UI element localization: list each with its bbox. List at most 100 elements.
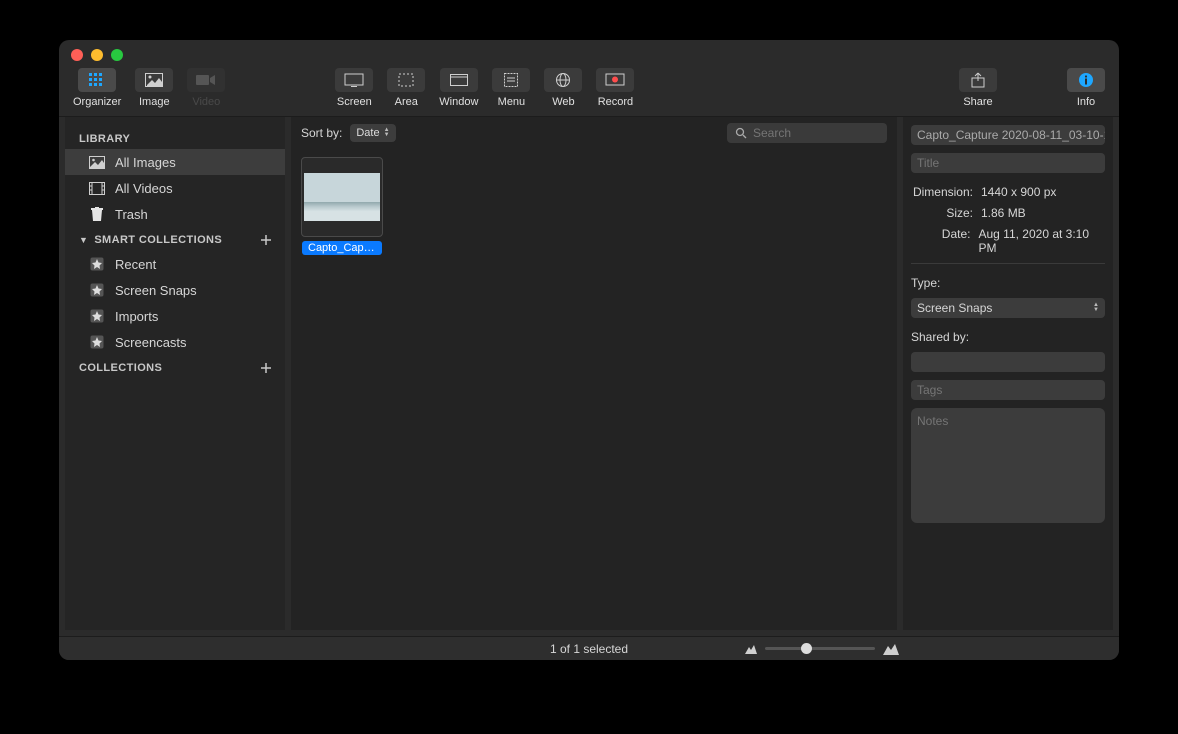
window-capture-button[interactable]: Window <box>435 68 482 108</box>
search-box[interactable] <box>727 123 887 143</box>
area-button[interactable]: Area <box>383 68 429 108</box>
zoom-out-icon[interactable] <box>745 644 757 654</box>
trash-icon <box>89 206 105 222</box>
inspector-filename: Capto_Capture 2020-08-11_03-10-10 <box>917 128 1105 142</box>
sidebar-item-label: Screen Snaps <box>115 283 197 298</box>
sidebar-item-trash[interactable]: Trash <box>65 201 285 227</box>
window-icon <box>450 74 468 86</box>
screen-button[interactable]: Screen <box>331 68 377 108</box>
add-smart-collection-button[interactable] <box>259 233 273 247</box>
inspector-filename-field[interactable]: Capto_Capture 2020-08-11_03-10-10 <box>911 125 1105 145</box>
inspector-title-input[interactable] <box>917 156 1099 170</box>
main-content: Sort by: Date ▲▼ Capto_Captur <box>291 117 897 630</box>
size-key: Size: <box>911 206 973 220</box>
screen-label: Screen <box>337 96 372 108</box>
dimension-key: Dimension: <box>911 185 973 199</box>
menu-capture-button[interactable]: Menu <box>488 68 534 108</box>
thumbnail-image <box>304 173 380 221</box>
sidebar-item-all-images[interactable]: All Images <box>65 149 285 175</box>
mode-group: Organizer Image Video <box>69 68 229 108</box>
menu-capture-label: Menu <box>498 96 526 108</box>
minimize-button[interactable] <box>91 49 103 61</box>
area-icon <box>398 73 414 87</box>
thumbnail-frame <box>301 157 383 237</box>
sort-by-label: Sort by: <box>301 126 342 140</box>
record-icon <box>605 73 625 87</box>
shared-by-label: Shared by: <box>911 326 1105 344</box>
smart-collections-header[interactable]: ▼ SMART COLLECTIONS <box>65 227 285 251</box>
sort-by-value: Date <box>356 127 379 139</box>
notes-input[interactable] <box>917 414 1099 517</box>
library-header: LIBRARY <box>65 127 285 149</box>
search-input[interactable] <box>753 126 879 140</box>
notes-field[interactable] <box>911 408 1105 523</box>
sidebar-item-imports[interactable]: Imports <box>65 303 285 329</box>
main-top-bar: Sort by: Date ▲▼ <box>291 117 897 149</box>
film-icon <box>89 180 105 196</box>
collections-header[interactable]: COLLECTIONS <box>65 355 285 379</box>
share-button[interactable]: Share <box>955 68 1001 108</box>
sidebar-item-label: Imports <box>115 309 158 324</box>
record-label: Record <box>598 96 633 108</box>
sidebar-item-screen-snaps[interactable]: Screen Snaps <box>65 277 285 303</box>
dimension-value: 1440 x 900 px <box>981 185 1056 199</box>
type-select[interactable]: Screen Snaps ▲▼ <box>911 298 1105 318</box>
web-label: Web <box>552 96 574 108</box>
size-value: 1.86 MB <box>981 206 1026 220</box>
type-value: Screen Snaps <box>917 301 992 315</box>
disclosure-triangle-icon[interactable]: ▼ <box>79 235 88 245</box>
image-button[interactable]: Image <box>131 68 177 108</box>
close-button[interactable] <box>71 49 83 61</box>
zoom-control[interactable] <box>745 643 899 655</box>
video-button: Video <box>183 68 229 108</box>
type-label: Type: <box>911 272 1105 290</box>
zoom-slider-knob[interactable] <box>801 643 812 654</box>
sidebar-item-recent[interactable]: Recent <box>65 251 285 277</box>
maximize-button[interactable] <box>111 49 123 61</box>
info-label: Info <box>1077 96 1095 108</box>
record-button[interactable]: Record <box>592 68 638 108</box>
tags-input[interactable] <box>917 383 1099 397</box>
add-collection-button[interactable] <box>259 361 273 375</box>
sidebar-item-all-videos[interactable]: All Videos <box>65 175 285 201</box>
sidebar-item-label: Screencasts <box>115 335 187 350</box>
smart-collections-header-label: SMART COLLECTIONS <box>94 234 222 246</box>
inspector-panel: Capto_Capture 2020-08-11_03-10-10 Dimens… <box>903 117 1113 630</box>
web-button[interactable]: Web <box>540 68 586 108</box>
menu-icon <box>504 73 518 87</box>
capture-group: Screen Area Window Menu <box>331 68 638 108</box>
video-icon <box>196 73 216 87</box>
selection-status: 1 of 1 selected <box>550 642 628 656</box>
sidebar: LIBRARY All Images All Videos Trash <box>65 117 285 630</box>
thumbnail-grid[interactable]: Capto_Captur <box>291 149 897 630</box>
titlebar <box>59 40 1119 62</box>
grid-icon <box>89 73 105 87</box>
share-icon <box>971 72 985 88</box>
library-header-label: LIBRARY <box>79 133 130 145</box>
zoom-in-icon[interactable] <box>883 643 899 655</box>
inspector-metadata: Dimension: 1440 x 900 px Size: 1.86 MB D… <box>911 181 1105 264</box>
sidebar-item-screencasts[interactable]: Screencasts <box>65 329 285 355</box>
tags-field[interactable] <box>911 380 1105 400</box>
image-icon <box>89 154 105 170</box>
zoom-slider[interactable] <box>765 647 875 650</box>
date-key: Date: <box>911 227 970 255</box>
globe-icon <box>555 72 571 88</box>
sort-by-select[interactable]: Date ▲▼ <box>350 124 395 142</box>
smart-icon <box>89 334 105 350</box>
date-value: Aug 11, 2020 at 3:10 PM <box>978 227 1105 255</box>
inspector-title-field[interactable] <box>911 153 1105 173</box>
app-window: Organizer Image Video Screen <box>59 40 1119 660</box>
thumbnail-item[interactable]: Capto_Captur <box>301 157 383 255</box>
sidebar-item-label: Trash <box>115 207 148 222</box>
search-icon <box>735 127 747 139</box>
area-label: Area <box>395 96 418 108</box>
status-bar: 1 of 1 selected <box>59 636 1119 660</box>
shared-by-field[interactable] <box>911 352 1105 372</box>
select-arrows-icon: ▲▼ <box>1093 303 1099 313</box>
info-button[interactable]: Info <box>1063 68 1109 108</box>
organizer-button[interactable]: Organizer <box>69 68 125 108</box>
image-icon <box>145 73 163 87</box>
body-area: LIBRARY All Images All Videos Trash <box>59 117 1119 636</box>
video-label: Video <box>192 96 220 108</box>
